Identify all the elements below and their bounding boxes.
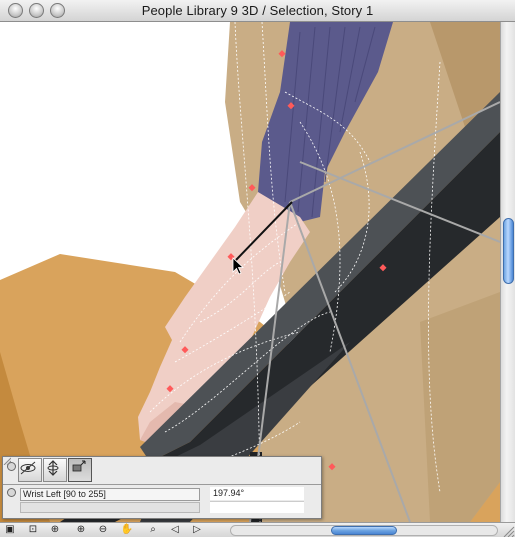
vertical-scrollbar[interactable]	[500, 22, 515, 522]
app-window: People Library 9 3D / Selection, Story 1	[0, 0, 515, 537]
window-resize-icon[interactable]	[500, 523, 515, 537]
fit-window-icon[interactable]: ⊡	[26, 524, 40, 536]
zoom-previous-icon[interactable]: ◁	[168, 524, 182, 536]
figure-leg	[420, 292, 500, 522]
orbit-tool-icon	[20, 461, 36, 475]
zoom-area-icon[interactable]: ⌕	[146, 524, 160, 536]
move-tool-button[interactable]	[68, 458, 92, 482]
parameter-slider[interactable]	[20, 502, 200, 513]
palette-divider	[3, 484, 321, 485]
parameter-value-extra	[210, 501, 304, 513]
parameter-label: Wrist Left [90 to 255]	[20, 488, 200, 501]
orbit-tool-button[interactable]	[18, 458, 42, 482]
horizontal-scrollbar[interactable]	[230, 525, 498, 536]
palette-row-close-button[interactable]	[7, 488, 16, 497]
parameter-palette[interactable]: Wrist Left [90 to 255] 197.94°	[2, 456, 322, 519]
3d-viewport[interactable]: Wrist Left [90 to 255] 197.94°	[0, 22, 500, 522]
window-title: People Library 9 3D / Selection, Story 1	[141, 3, 374, 18]
3d-scene[interactable]	[0, 22, 500, 522]
vertical-scroll-thumb[interactable]	[503, 218, 514, 284]
zoom-out-icon[interactable]: ⊖	[96, 524, 110, 536]
zoom-next-icon[interactable]: ▷	[190, 524, 204, 536]
parameter-value-field[interactable]: 197.94°	[210, 487, 304, 500]
bottom-toolbar: ▣ ⊡ ⊕ ⊕ ⊖ ✋ ⌕ ◁ ▷	[0, 522, 515, 537]
rotate-tool-icon	[47, 460, 59, 476]
rotate-tool-button[interactable]	[43, 458, 67, 482]
zoom-in-icon[interactable]: ⊕	[74, 524, 88, 536]
palette-resize-grip-icon[interactable]	[3, 457, 11, 465]
3d-view-icon[interactable]: ▣	[3, 524, 17, 536]
title-bar[interactable]: People Library 9 3D / Selection, Story 1	[0, 0, 515, 22]
zoom-toggle-icon[interactable]: ⊕	[48, 524, 62, 536]
move-tool-icon	[72, 460, 86, 472]
horizontal-scroll-thumb[interactable]	[331, 526, 397, 535]
pan-hand-icon[interactable]: ✋	[120, 524, 134, 536]
